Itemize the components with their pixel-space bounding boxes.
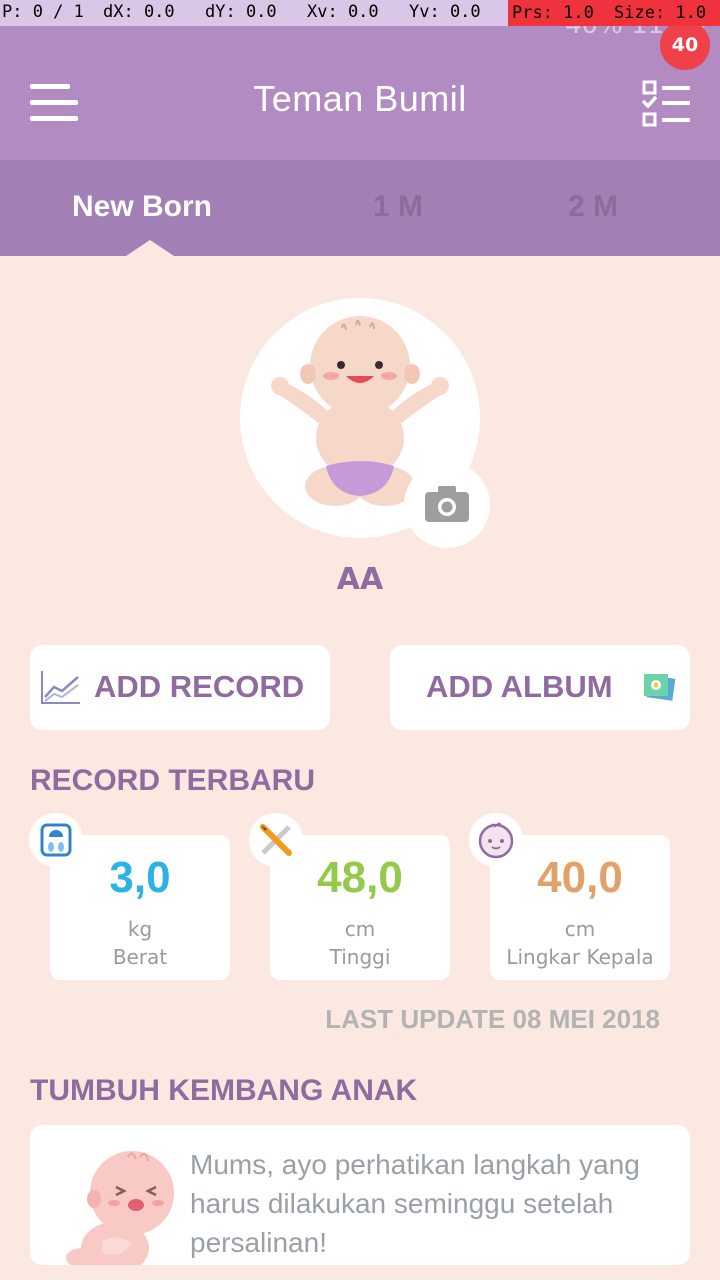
height-unit: cm	[344, 917, 376, 941]
crying-baby-icon	[66, 1151, 174, 1265]
app-title: Teman Bumil	[253, 78, 467, 119]
pointer-debug-overlay: P: 0 / 1 dX: 0.0 dY: 0.0 Xv: 0.0 Yv: 0.0…	[0, 0, 720, 26]
checklist-icon[interactable]	[640, 78, 692, 130]
scale-icon	[29, 813, 83, 867]
photo-album-icon	[644, 674, 676, 701]
head-circumference-label: Lingkar Kepala	[506, 945, 654, 969]
add-record-label: ADD RECORD	[94, 669, 305, 704]
add-album-label: ADD ALBUM	[426, 669, 613, 704]
debug-dy: dY: 0.0	[205, 2, 277, 22]
tab-2-month[interactable]: 2 M	[568, 190, 618, 224]
growth-tip-text: Mums, ayo perhatikan langkah yang harus …	[190, 1149, 640, 1258]
height-label: Tinggi	[329, 945, 391, 969]
growth-section-title: TUMBUH KEMBANG ANAK	[30, 1074, 418, 1107]
head-circumference-unit: cm	[564, 917, 596, 941]
add-album-button[interactable]: ADD ALBUM	[390, 645, 690, 730]
ruler-pencil-icon	[249, 813, 303, 867]
tab-1-month[interactable]: 1 M	[373, 190, 423, 224]
baby-name: AA	[336, 562, 384, 597]
debug-pressure: Prs: 1.0	[508, 0, 612, 26]
age-tabs: New Born 1 M 2 M	[0, 160, 720, 256]
line-chart-icon	[41, 671, 80, 704]
baby-head-icon	[469, 813, 523, 867]
debug-xv: Xv: 0.0	[307, 2, 379, 22]
debug-size: Size: 1.0	[610, 0, 720, 26]
weight-label: Berat	[112, 945, 168, 969]
change-photo-button[interactable]	[404, 462, 490, 548]
camera-icon	[425, 486, 469, 522]
debug-yv: Yv: 0.0	[409, 2, 481, 22]
debug-dx: dX: 0.0	[103, 2, 175, 22]
tab-new-born[interactable]: New Born	[72, 190, 212, 224]
growth-tip-card[interactable]: Mums, ayo perhatikan langkah yang harus …	[30, 1125, 690, 1265]
notification-badge[interactable]: 40	[660, 20, 710, 70]
last-update-text: LAST UPDATE 08 MEI 2018	[325, 1004, 660, 1034]
active-tab-indicator	[126, 240, 174, 256]
weight-unit: kg	[127, 917, 153, 941]
debug-pointer: P: 0 / 1	[2, 2, 84, 22]
add-record-button[interactable]: ADD RECORD	[30, 645, 330, 730]
app-bar: Teman Bumil	[0, 40, 720, 160]
record-section-title: RECORD TERBARU	[30, 764, 315, 797]
